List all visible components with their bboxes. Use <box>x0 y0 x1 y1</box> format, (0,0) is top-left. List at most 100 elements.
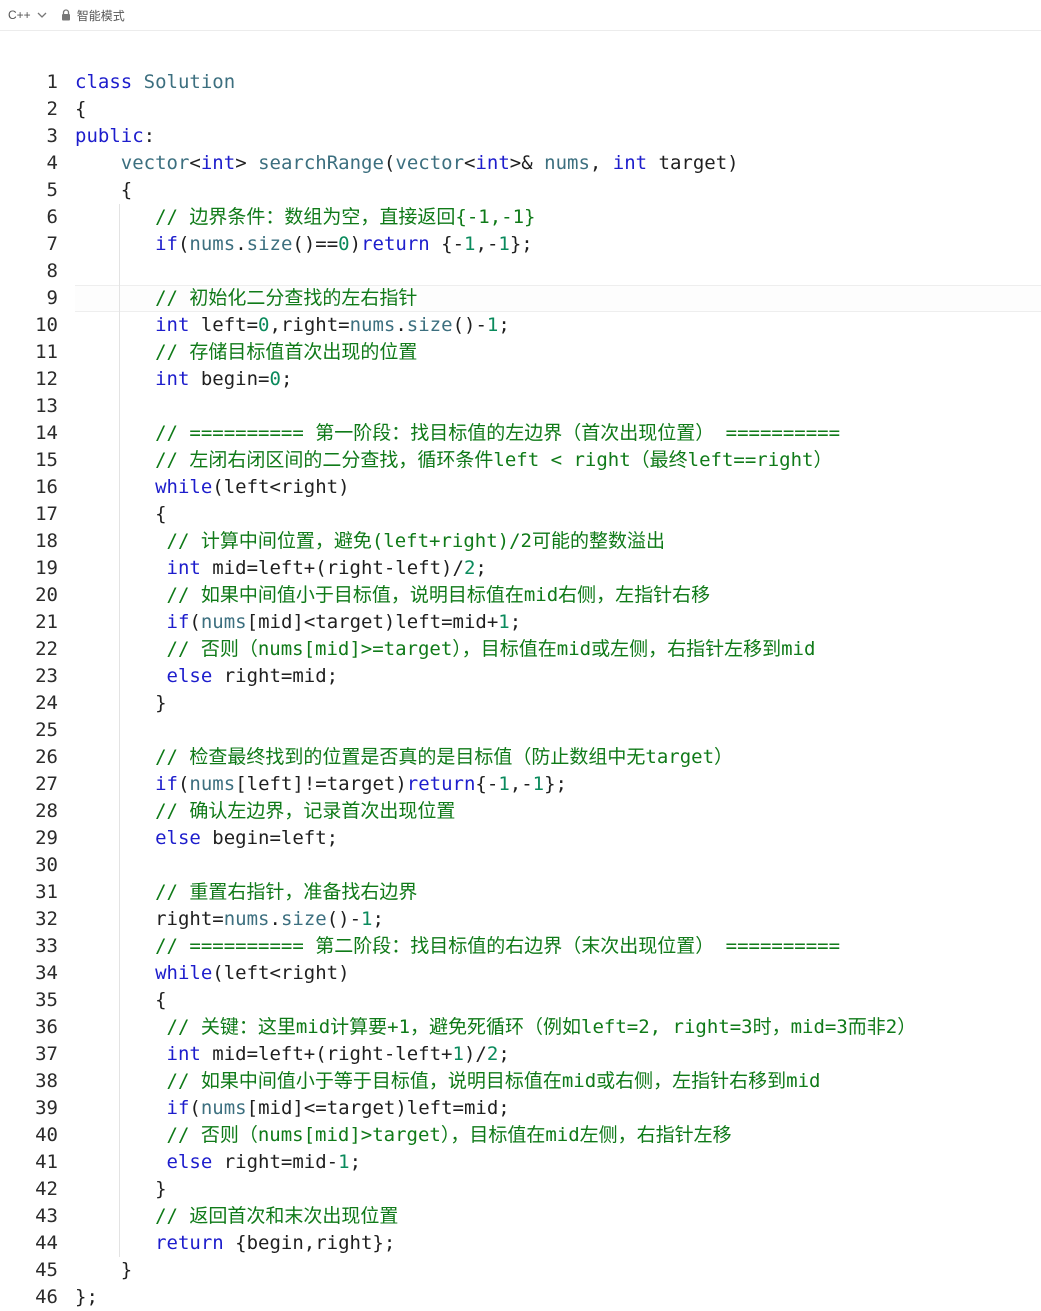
code-text: // 如果中间值小于等于目标值，说明目标值在mid或右侧，左指针右移到mid <box>75 1068 821 1095</box>
code-line[interactable]: 34 while(left<right) <box>0 960 1041 987</box>
code-line[interactable]: 2{ <box>0 96 1041 123</box>
code-token: ()== <box>292 233 339 255</box>
code-text: { <box>75 177 132 204</box>
code-token: ()- <box>452 314 487 336</box>
code-text: int mid=left+(right-left)/2; <box>75 555 487 582</box>
code-line[interactable]: 20 // 如果中间值小于目标值，说明目标值在mid右侧，左指针右移 <box>0 582 1041 609</box>
code-token: } <box>75 1178 167 1200</box>
code-text: public: <box>75 123 155 150</box>
code-line[interactable]: 1 class Solution <box>0 69 1041 96</box>
smart-mode-indicator[interactable]: 智能模式 <box>61 7 125 24</box>
code-line[interactable]: 29 else begin=left; <box>0 825 1041 852</box>
code-text: // 如果中间值小于目标值，说明目标值在mid右侧，左指针右移 <box>75 582 711 609</box>
code-line[interactable]: 6 // 边界条件：数组为空，直接返回{-1,-1} <box>0 204 1041 231</box>
code-line[interactable]: 46}; <box>0 1284 1041 1311</box>
line-number: 5 <box>46 179 58 201</box>
code-text: // 边界条件：数组为空，直接返回{-1,-1} <box>75 204 535 231</box>
code-line[interactable]: 41 else right=mid-1; <box>0 1149 1041 1176</box>
code-line[interactable]: 42 } <box>0 1176 1041 1203</box>
code-line[interactable]: 35 { <box>0 987 1041 1014</box>
code-line[interactable]: 16 while(left<right) <box>0 474 1041 501</box>
line-number: 13 <box>35 395 58 417</box>
code-token: mid=left+(right-left)/ <box>200 557 464 579</box>
code-token: 1 <box>498 233 510 255</box>
code-token: ( <box>189 611 201 633</box>
code-line[interactable]: 22 // 否则（nums[mid]>=target），目标值在mid或左侧，右… <box>0 636 1041 663</box>
code-line[interactable]: 26 // 检查最终找到的位置是否真的是目标值（防止数组中无target） <box>0 744 1041 771</box>
code-line[interactable]: 10 int left=0,right=nums.size()-1; <box>0 312 1041 339</box>
code-token: 0 <box>269 368 281 390</box>
code-line[interactable]: 28 // 确认左边界，记录首次出现位置 <box>0 798 1041 825</box>
code-token: 1 <box>532 773 545 795</box>
code-token: int <box>475 152 510 174</box>
code-token: }; <box>75 1286 98 1308</box>
code-token: begin=left; <box>200 827 339 849</box>
code-token: return <box>155 1232 224 1254</box>
code-token: . <box>395 314 407 336</box>
code-line[interactable]: 21 if(nums[mid]<target)left=mid+1; <box>0 609 1041 636</box>
code-token: > <box>235 152 259 174</box>
code-token: nums <box>200 611 247 633</box>
code-text: // 返回首次和末次出现位置 <box>75 1203 398 1230</box>
code-line[interactable]: 30 <box>0 852 1041 879</box>
code-token: size <box>246 233 293 255</box>
code-token: nums <box>189 773 236 795</box>
code-token: while <box>155 962 213 984</box>
code-token: // 计算中间位置，避免(left+right)/2可能的整数溢出 <box>166 530 665 552</box>
code-text: return {begin,right}; <box>75 1230 395 1257</box>
code-line[interactable]: 32 right=nums.size()-1; <box>0 906 1041 933</box>
code-line[interactable]: 19 int mid=left+(right-left)/2; <box>0 555 1041 582</box>
code-line[interactable]: 43 // 返回首次和末次出现位置 <box>0 1203 1041 1230</box>
code-line[interactable]: 4 vector<int> searchRange(vector<int>& n… <box>0 150 1041 177</box>
line-number: 24 <box>35 692 58 714</box>
code-line[interactable]: 14 // ========== 第一阶段：找目标值的左边界（首次出现位置） =… <box>0 420 1041 447</box>
code-line[interactable]: 15 // 左闭右闭区间的二分查找，循环条件left < right（最终lef… <box>0 447 1041 474</box>
code-token: } <box>75 1259 133 1281</box>
code-text: right=nums.size()-1; <box>75 906 384 933</box>
code-text: if(nums[mid]<=target)left=mid; <box>75 1095 510 1122</box>
code-token: if <box>166 1097 190 1119</box>
code-text: else right=mid-1; <box>75 1149 362 1176</box>
code-token: // 如果中间值小于等于目标值，说明目标值在mid或右侧，左指针右移到mid <box>166 1070 821 1092</box>
code-text: // 检查最终找到的位置是否真的是目标值（防止数组中无target） <box>75 744 733 771</box>
code-token: nums <box>349 314 396 336</box>
code-line[interactable]: 9 // 初始化二分查找的左右指针 <box>0 285 1041 312</box>
line-number: 10 <box>35 314 58 336</box>
code-line[interactable]: 7 if(nums.size()==0)return {-1,-1}; <box>0 231 1041 258</box>
code-line[interactable]: 33 // ========== 第二阶段：找目标值的右边界（末次出现位置） =… <box>0 933 1041 960</box>
code-line[interactable]: 11 // 存储目标值首次出现的位置 <box>0 339 1041 366</box>
code-line[interactable]: 13 <box>0 393 1041 420</box>
code-token: int <box>612 152 648 174</box>
code-text: } <box>75 690 166 717</box>
code-line[interactable]: 44 return {begin,right}; <box>0 1230 1041 1257</box>
code-token: ,right= <box>269 314 350 336</box>
code-line[interactable]: 17 { <box>0 501 1041 528</box>
code-line[interactable]: 36 // 关键：这里mid计算要+1，避免死循环（例如left=2, righ… <box>0 1014 1041 1041</box>
code-line[interactable]: 31 // 重置右指针，准备找右边界 <box>0 879 1041 906</box>
code-token: {- <box>475 773 499 795</box>
code-line[interactable]: 23 else right=mid; <box>0 663 1041 690</box>
code-line[interactable]: 37 int mid=left+(right-left+1)/2; <box>0 1041 1041 1068</box>
code-line[interactable]: 45 } <box>0 1257 1041 1284</box>
code-line[interactable]: 18 // 计算中间位置，避免(left+right)/2可能的整数溢出 <box>0 528 1041 555</box>
code-token: ; <box>498 1043 510 1065</box>
code-token: // 确认左边界，记录首次出现位置 <box>155 800 456 822</box>
code-line[interactable]: 39 if(nums[mid]<=target)left=mid; <box>0 1095 1041 1122</box>
code-line[interactable]: 8 <box>0 258 1041 285</box>
code-text: { <box>75 96 86 123</box>
code-line[interactable]: 38 // 如果中间值小于等于目标值，说明目标值在mid或右侧，左指针右移到mi… <box>0 1068 1041 1095</box>
code-editor[interactable]: 1 class Solution 2{3 public: 4 vector<int> s… <box>0 31 1041 1311</box>
code-line[interactable]: 40 // 否则（nums[mid]>target），目标值在mid左侧，右指针… <box>0 1122 1041 1149</box>
code-token: 2 <box>463 557 476 579</box>
code-line[interactable]: 27 if(nums[left]!=target)return{-1,-1}; <box>0 771 1041 798</box>
language-selector[interactable]: C++ <box>8 8 47 22</box>
code-line[interactable]: 3 public: <box>0 123 1041 150</box>
code-line[interactable]: 24 } <box>0 690 1041 717</box>
code-line[interactable]: 5 { <box>0 177 1041 204</box>
code-line[interactable]: 25 <box>0 717 1041 744</box>
code-line[interactable]: 12 int begin=0; <box>0 366 1041 393</box>
code-text: while(left<right) <box>75 474 349 501</box>
